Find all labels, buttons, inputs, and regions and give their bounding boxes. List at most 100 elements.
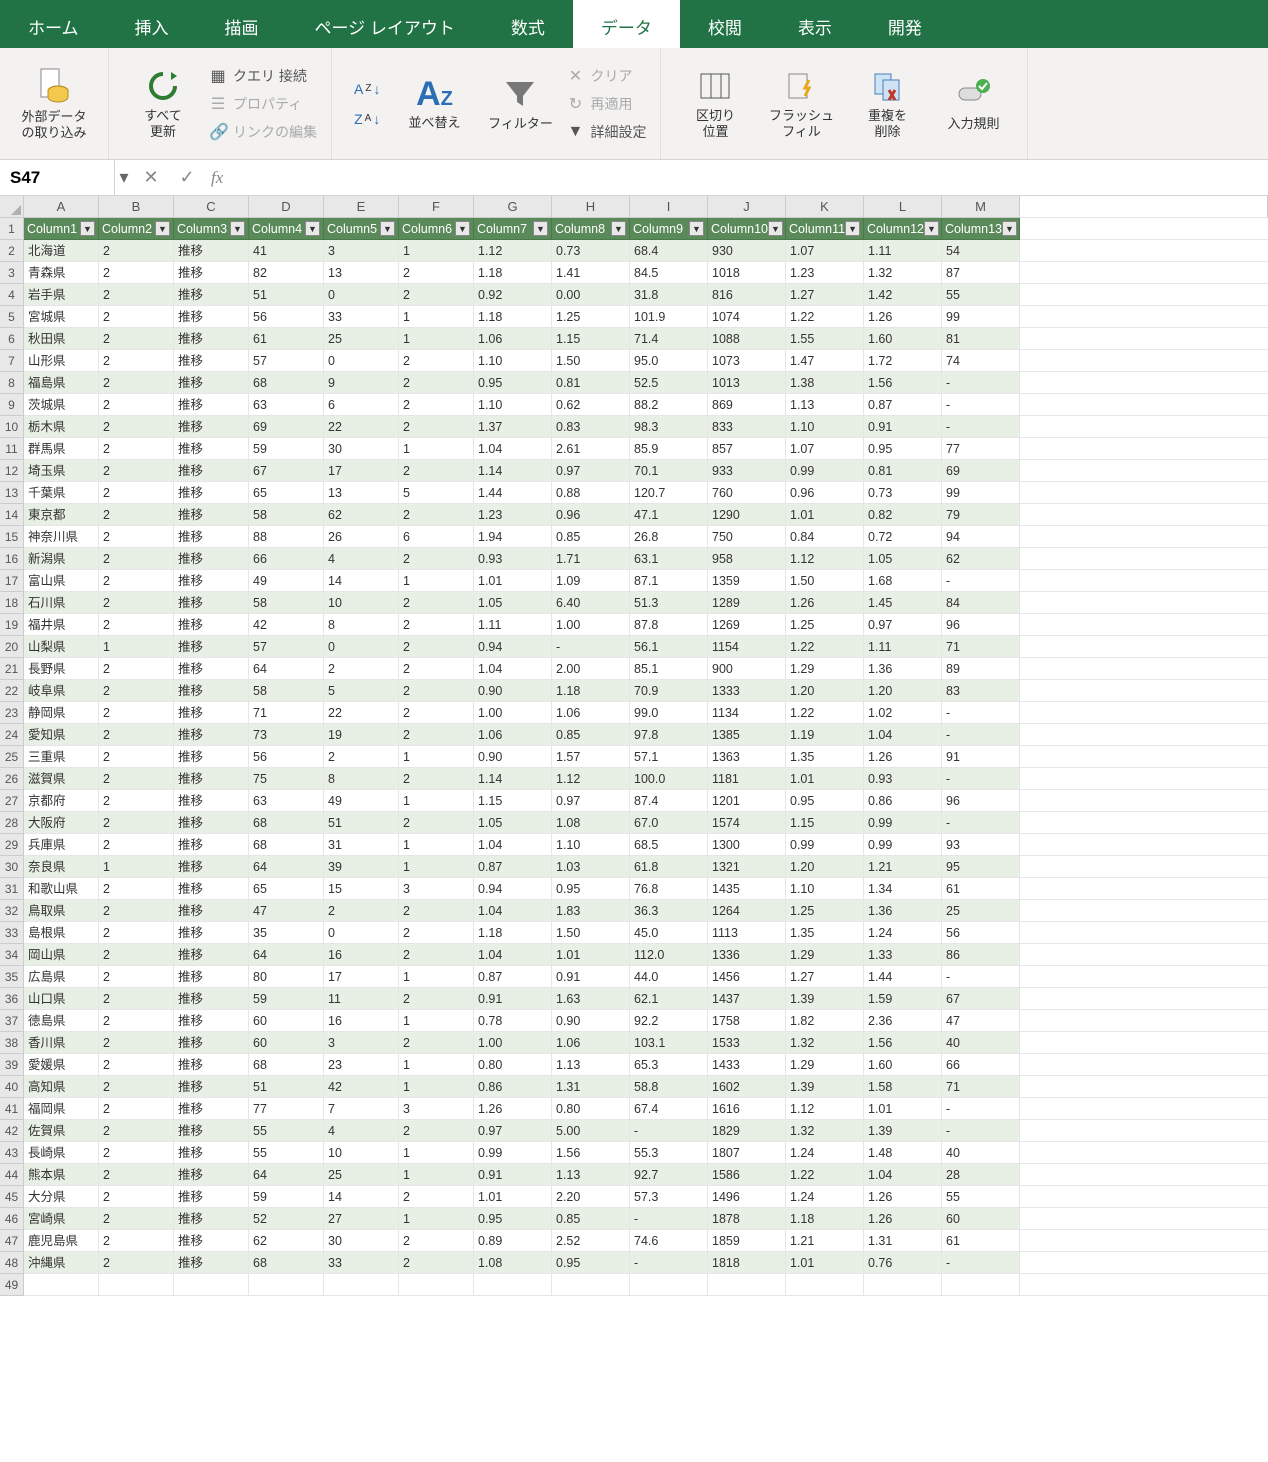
cell[interactable]: 1.27 [786, 284, 864, 306]
cell[interactable]: 推移 [174, 768, 249, 790]
cell[interactable]: 0.91 [552, 966, 630, 988]
cell[interactable] [324, 1274, 399, 1296]
cell[interactable]: 3 [399, 878, 474, 900]
cell[interactable]: 1289 [708, 592, 786, 614]
cell[interactable]: 31.8 [630, 284, 708, 306]
clear-filter-button[interactable]: ✕クリア [566, 66, 646, 86]
cell[interactable]: 1264 [708, 900, 786, 922]
cell[interactable]: 富山県 [24, 570, 99, 592]
cell[interactable]: 0.93 [474, 548, 552, 570]
cell[interactable]: 1878 [708, 1208, 786, 1230]
row-header[interactable]: 3 [0, 262, 24, 284]
cell[interactable]: 2 [99, 1252, 174, 1274]
reapply-button[interactable]: ↻再適用 [566, 94, 646, 114]
row-header[interactable]: 8 [0, 372, 24, 394]
sort-asc-button[interactable]: AZ↓ [354, 81, 380, 97]
cell[interactable]: 60 [942, 1208, 1020, 1230]
cell[interactable]: 推移 [174, 702, 249, 724]
row-header[interactable]: 16 [0, 548, 24, 570]
cell[interactable]: 静岡県 [24, 702, 99, 724]
cell[interactable]: 1.05 [474, 592, 552, 614]
cell[interactable]: 長崎県 [24, 1142, 99, 1164]
cell[interactable]: 45.0 [630, 922, 708, 944]
cell[interactable]: 1.10 [474, 394, 552, 416]
cell[interactable]: 2 [399, 614, 474, 636]
cell[interactable]: 1.22 [786, 636, 864, 658]
cell[interactable]: 2 [399, 1032, 474, 1054]
col-header-H[interactable]: H [552, 196, 630, 218]
cell[interactable]: 1.24 [786, 1142, 864, 1164]
cell[interactable]: 1.57 [552, 746, 630, 768]
cell[interactable]: 0.94 [474, 636, 552, 658]
cell[interactable]: 2 [99, 966, 174, 988]
cell[interactable]: 2.20 [552, 1186, 630, 1208]
cell[interactable]: 1.18 [474, 262, 552, 284]
cell[interactable]: 1.36 [864, 900, 942, 922]
cell[interactable]: 1829 [708, 1120, 786, 1142]
cell[interactable]: 2 [399, 812, 474, 834]
cell[interactable]: 2 [99, 482, 174, 504]
cell[interactable]: 0.99 [474, 1142, 552, 1164]
cell[interactable]: 68 [249, 812, 324, 834]
cell[interactable]: 22 [324, 416, 399, 438]
cell[interactable]: - [630, 1252, 708, 1274]
filter-dropdown-icon[interactable]: ▼ [1002, 221, 1017, 236]
cell[interactable]: 47 [249, 900, 324, 922]
cell[interactable]: 0.88 [552, 482, 630, 504]
cell[interactable]: 1074 [708, 306, 786, 328]
cell[interactable]: 57 [249, 350, 324, 372]
cell[interactable]: 10 [324, 592, 399, 614]
cell[interactable]: 2 [99, 790, 174, 812]
cell[interactable]: 76.8 [630, 878, 708, 900]
cell[interactable]: 1.36 [864, 658, 942, 680]
cell[interactable]: 2 [99, 658, 174, 680]
cell[interactable]: 鹿児島県 [24, 1230, 99, 1252]
cell[interactable]: 1.27 [786, 966, 864, 988]
cell[interactable]: 香川県 [24, 1032, 99, 1054]
cell[interactable]: 84 [942, 592, 1020, 614]
cell[interactable]: 1.01 [786, 504, 864, 526]
cell[interactable]: 推移 [174, 350, 249, 372]
advanced-filter-button[interactable]: ▼詳細設定 [566, 122, 646, 142]
cell[interactable]: 推移 [174, 724, 249, 746]
filter-dropdown-icon[interactable]: ▼ [845, 221, 860, 236]
cell[interactable]: 推移 [174, 658, 249, 680]
cell[interactable]: 25 [942, 900, 1020, 922]
cell[interactable]: 68.5 [630, 834, 708, 856]
cell[interactable]: 89 [942, 658, 1020, 680]
cell[interactable]: 13 [324, 482, 399, 504]
cell[interactable]: 1.60 [864, 328, 942, 350]
filter-dropdown-icon[interactable]: ▼ [611, 221, 626, 236]
cell[interactable]: 1.01 [474, 1186, 552, 1208]
cell[interactable]: 30 [324, 438, 399, 460]
cell[interactable]: 15 [324, 878, 399, 900]
row-header[interactable]: 34 [0, 944, 24, 966]
cell[interactable]: 0 [324, 636, 399, 658]
cell[interactable]: 95 [942, 856, 1020, 878]
table-header[interactable]: Column7▼ [474, 218, 552, 240]
cell[interactable]: 0.87 [864, 394, 942, 416]
cell[interactable]: 1.12 [474, 240, 552, 262]
cell[interactable]: 1.94 [474, 526, 552, 548]
cell[interactable]: 1 [399, 966, 474, 988]
cell[interactable]: 1.31 [552, 1076, 630, 1098]
cell[interactable]: 61 [942, 878, 1020, 900]
cell[interactable]: 推移 [174, 372, 249, 394]
row-header[interactable]: 41 [0, 1098, 24, 1120]
cell[interactable]: 55 [942, 284, 1020, 306]
cell[interactable]: 1.26 [864, 746, 942, 768]
cell[interactable]: 11 [324, 988, 399, 1010]
cell[interactable]: 1533 [708, 1032, 786, 1054]
cell[interactable]: 833 [708, 416, 786, 438]
cell[interactable]: 推移 [174, 504, 249, 526]
row-header[interactable]: 7 [0, 350, 24, 372]
cell[interactable]: 1.04 [474, 834, 552, 856]
cell[interactable]: 石川県 [24, 592, 99, 614]
cell[interactable]: 2.52 [552, 1230, 630, 1252]
cell[interactable]: 福井県 [24, 614, 99, 636]
cell[interactable]: 1.14 [474, 460, 552, 482]
cell[interactable]: 山梨県 [24, 636, 99, 658]
cell[interactable]: 2 [399, 702, 474, 724]
cell[interactable]: 55.3 [630, 1142, 708, 1164]
cell[interactable]: 2 [99, 240, 174, 262]
